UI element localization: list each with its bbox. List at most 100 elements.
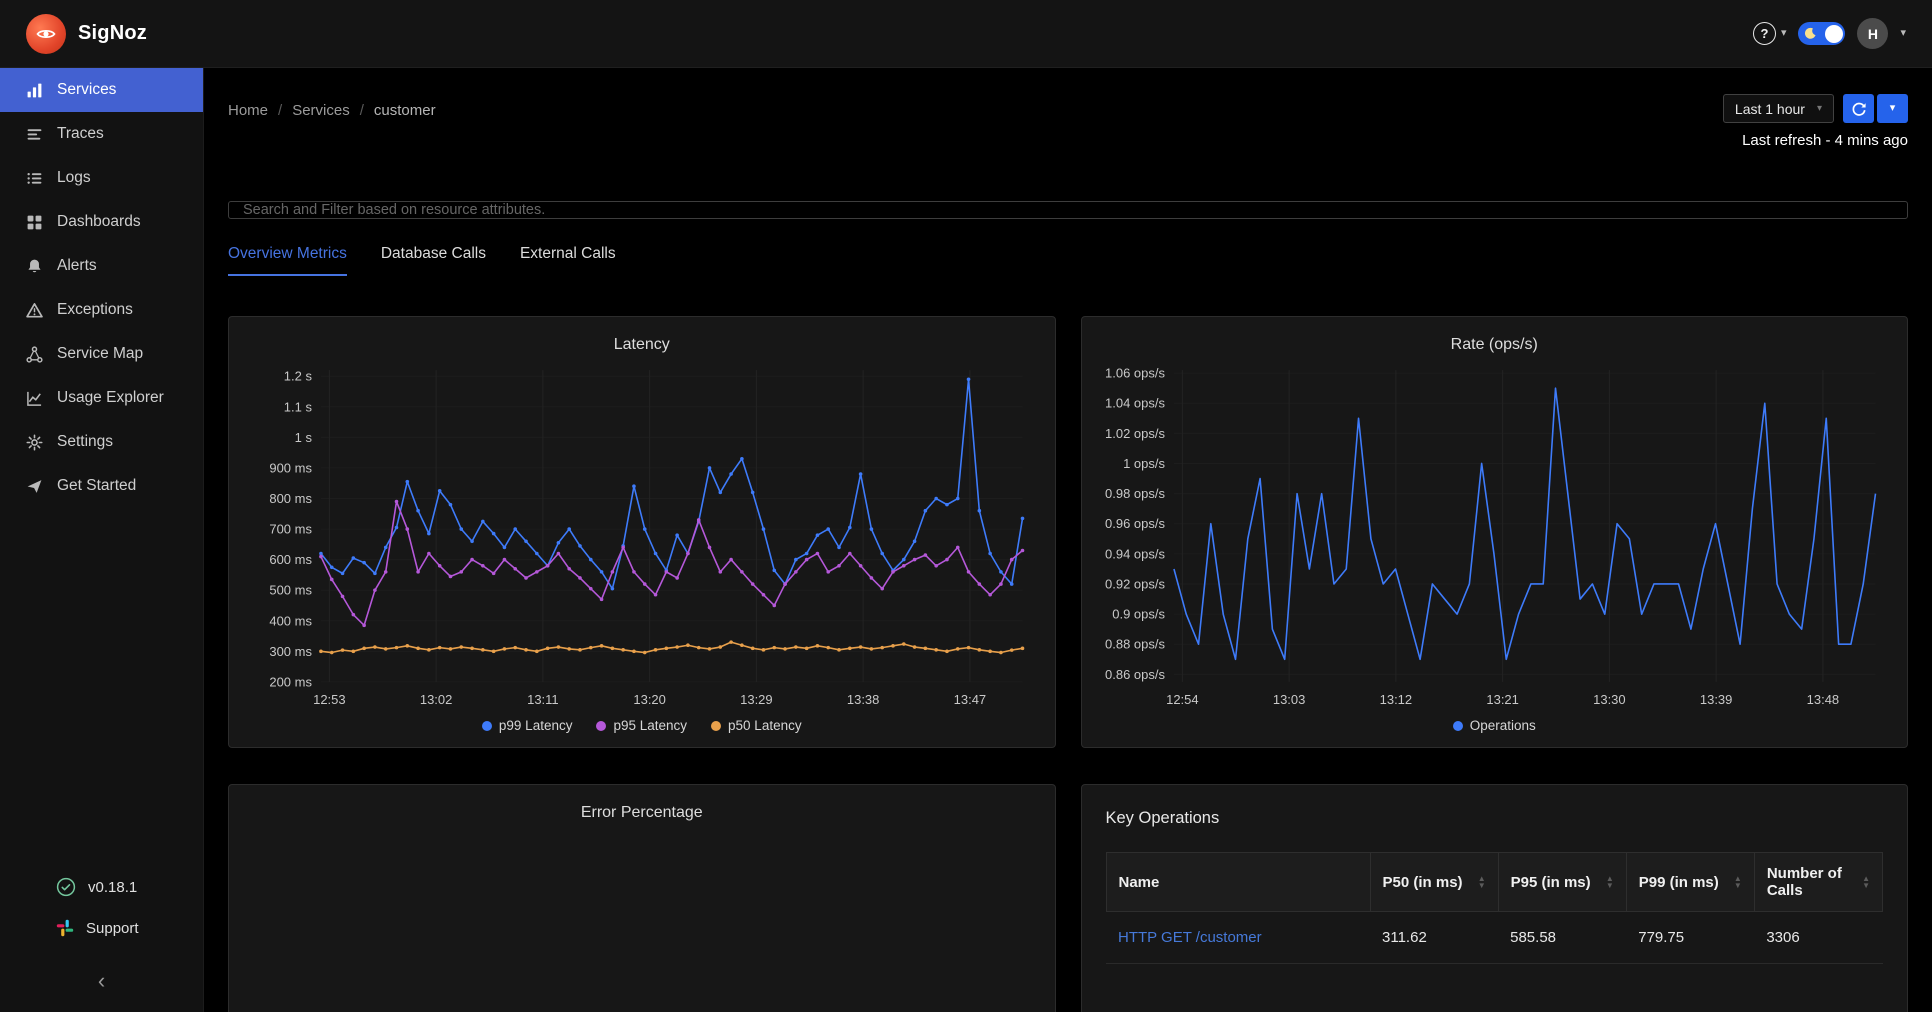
operation-link[interactable]: HTTP GET /customer	[1106, 912, 1370, 964]
sidebar-item-dashboards[interactable]: Dashboards	[0, 200, 203, 244]
column-label: P95 (in ms)	[1511, 874, 1591, 891]
column-label: Number of Calls	[1767, 865, 1856, 899]
sidebar-item-settings[interactable]: Settings	[0, 420, 203, 464]
time-controls: Last 1 hour ▾ ▾ Last refresh - 4 mins a	[1723, 94, 1908, 149]
legend-dot-icon	[596, 721, 606, 731]
y-axis-label: 0.98 ops/s	[1105, 486, 1165, 501]
time-range-select[interactable]: Last 1 hour ▾	[1723, 94, 1834, 123]
rate-chart[interactable]: 1.06 ops/s1.04 ops/s1.02 ops/s1 ops/s0.9…	[1096, 356, 1894, 714]
version-check-icon	[56, 877, 76, 897]
bar-chart-icon	[26, 82, 43, 99]
column-header-p50-in-ms[interactable]: P50 (in ms)▲▼	[1370, 853, 1498, 912]
column-header-p99-in-ms[interactable]: P99 (in ms)▲▼	[1626, 853, 1754, 912]
sidebar-item-traces[interactable]: Traces	[0, 112, 203, 156]
sidebar-item-service-map[interactable]: Service Map	[0, 332, 203, 376]
sidebar-item-logs[interactable]: Logs	[0, 156, 203, 200]
sidebar-item-label: Exceptions	[57, 301, 133, 319]
toggle-knob	[1825, 25, 1843, 43]
theme-toggle[interactable]	[1798, 22, 1845, 45]
avatar[interactable]: H	[1857, 18, 1888, 49]
moon-icon	[1804, 27, 1817, 40]
legend-item-p95-latency[interactable]: p95 Latency	[596, 718, 687, 733]
y-axis-label: 1.04 ops/s	[1105, 396, 1165, 411]
legend-dot-icon	[482, 721, 492, 731]
y-axis-label: 200 ms	[269, 674, 312, 689]
user-menu-chevron-icon[interactable]: ▾	[1900, 28, 1906, 39]
column-header-number-of-calls[interactable]: Number of Calls ▲▼	[1754, 853, 1882, 912]
version-row[interactable]: v0.18.1	[0, 866, 203, 908]
column-label: P99 (in ms)	[1639, 874, 1719, 891]
slack-icon	[56, 919, 74, 937]
error-percentage-chart[interactable]	[243, 824, 1041, 1012]
help-icon: ?	[1753, 22, 1776, 45]
y-axis-label: 900 ms	[269, 460, 312, 475]
panel-title: Error Percentage	[243, 799, 1041, 822]
tab-external-calls[interactable]: External Calls	[520, 245, 616, 276]
y-axis-label: 0.9 ops/s	[1112, 607, 1165, 622]
x-axis-label: 13:21	[1486, 692, 1519, 707]
sidebar-footer: v0.18.1 Support ‹	[0, 866, 203, 1012]
signoz-app: SigNoz ? ▾ H ▾ ServicesTracesLogsDashboa…	[0, 0, 1932, 1012]
column-header-name: Name	[1106, 853, 1370, 912]
sidebar-collapse-button[interactable]: ‹	[0, 954, 203, 1012]
sidebar-item-label: Logs	[57, 169, 91, 187]
x-axis-label: 13:30	[1593, 692, 1626, 707]
legend-item-p50-latency[interactable]: p50 Latency	[711, 718, 802, 733]
breadcrumb-separator: /	[360, 102, 364, 119]
y-axis-label: 500 ms	[269, 583, 312, 598]
sidebar-item-exceptions[interactable]: Exceptions	[0, 288, 203, 332]
alert-bell-icon	[26, 258, 43, 275]
legend-label: p95 Latency	[613, 718, 687, 733]
latency-chart[interactable]: 1.2 s1.1 s1 s900 ms800 ms700 ms600 ms500…	[243, 356, 1041, 714]
breadcrumb: Home/Services/customer	[228, 94, 436, 119]
y-axis-label: 0.94 ops/s	[1105, 546, 1165, 561]
dashboards-icon	[26, 214, 43, 231]
y-axis-label: 0.88 ops/s	[1105, 637, 1165, 652]
x-axis-label: 12:54	[1166, 692, 1199, 707]
key-operations-table: NameP50 (in ms)▲▼ P95 (in ms) ▲▼ P99 (in ms…	[1106, 852, 1884, 964]
refresh-options-button[interactable]: ▾	[1877, 94, 1908, 123]
version-label: v0.18.1	[88, 879, 137, 896]
support-row[interactable]: Support	[0, 908, 203, 948]
help-menu[interactable]: ? ▾	[1753, 22, 1787, 45]
x-axis-label: 12:53	[313, 692, 346, 707]
tab-database-calls[interactable]: Database Calls	[381, 245, 486, 276]
panel-title: Rate (ops/s)	[1096, 331, 1894, 354]
sidebar-item-services[interactable]: Services	[0, 68, 203, 112]
x-axis-label: 13:38	[847, 692, 880, 707]
sidebar-item-get-started[interactable]: Get Started	[0, 464, 203, 508]
charts-row: Latency 1.2 s1.1 s1 s900 ms800 ms700 ms6…	[228, 316, 1908, 748]
sidebar-item-label: Settings	[57, 433, 113, 451]
chevron-down-icon: ▾	[1817, 104, 1822, 114]
traces-icon	[26, 126, 43, 143]
sidebar-item-label: Get Started	[57, 477, 136, 495]
time-range-value: Last 1 hour	[1735, 101, 1805, 117]
sidebar-item-label: Alerts	[57, 257, 97, 275]
sort-icon: ▲▼	[1862, 875, 1870, 890]
breadcrumb-item-home[interactable]: Home	[228, 102, 268, 119]
sidebar-item-alerts[interactable]: Alerts	[0, 244, 203, 288]
breadcrumb-item-services[interactable]: Services	[292, 102, 350, 119]
sort-icon: ▲▼	[1606, 875, 1614, 890]
refresh-button[interactable]	[1843, 94, 1874, 123]
y-axis-label: 800 ms	[269, 491, 312, 506]
column-header-p95-in-ms[interactable]: P95 (in ms) ▲▼	[1498, 853, 1626, 912]
legend-dot-icon	[1453, 721, 1463, 731]
legend-item-operations[interactable]: Operations	[1453, 718, 1536, 733]
signoz-logo-icon	[26, 14, 66, 54]
y-axis-label: 700 ms	[269, 522, 312, 537]
x-axis-label: 13:11	[527, 692, 559, 707]
key-operations-panel: Key Operations NameP50 (in ms)▲▼P95 (in …	[1081, 784, 1909, 1012]
tab-overview-metrics[interactable]: Overview Metrics	[228, 245, 347, 276]
exceptions-icon	[26, 302, 43, 319]
logs-icon	[26, 170, 43, 187]
sidebar-item-usage-explorer[interactable]: Usage Explorer	[0, 376, 203, 420]
legend-item-p99-latency[interactable]: p99 Latency	[482, 718, 573, 733]
x-axis-label: 13:20	[633, 692, 666, 707]
breadcrumb-separator: /	[278, 102, 282, 119]
search-input[interactable]	[228, 201, 1908, 219]
y-axis-label: 600 ms	[269, 552, 312, 567]
sidebar-menu: ServicesTraces Logs Dashboards Alerts Except…	[0, 68, 203, 508]
brand[interactable]: SigNoz	[26, 14, 147, 54]
y-axis-label: 1 s	[295, 430, 313, 445]
